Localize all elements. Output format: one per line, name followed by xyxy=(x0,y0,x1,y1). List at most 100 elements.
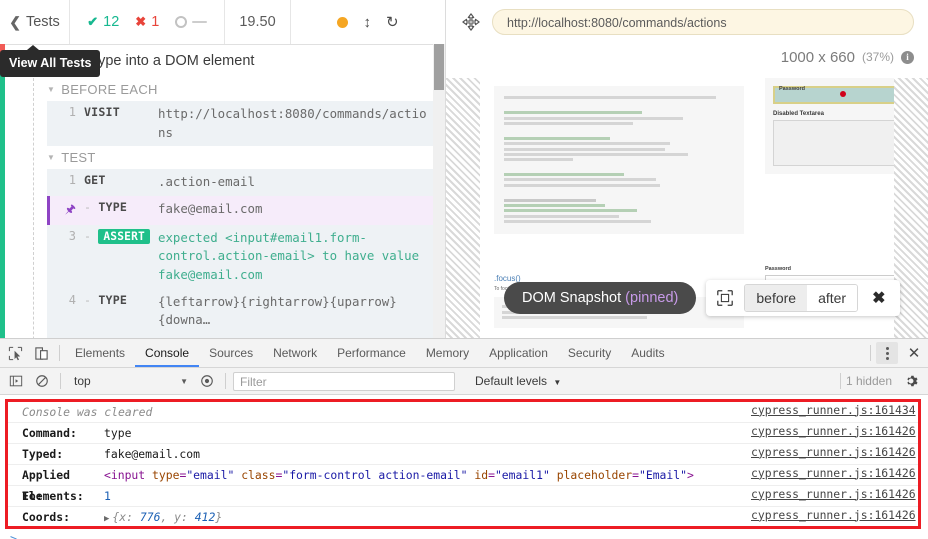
source-link[interactable]: cypress_runner.js:161426 xyxy=(751,487,916,501)
command-message: .action-email xyxy=(158,174,255,190)
coord-x: 776 xyxy=(139,510,161,524)
source-link[interactable]: cypress_runner.js:161434 xyxy=(751,403,916,417)
circle-icon xyxy=(175,16,188,28)
clear-console-icon[interactable] xyxy=(29,368,55,394)
tab-network[interactable]: Network xyxy=(263,339,327,367)
more-options-icon[interactable] xyxy=(876,342,898,364)
console-row-label: Elements: xyxy=(22,489,84,503)
command-row[interactable]: 4 - TYPE {leftarrow}{rightarrow}{uparrow… xyxy=(47,288,433,334)
close-devtools-icon[interactable]: ✕ xyxy=(902,344,926,362)
execution-context-value: top xyxy=(74,374,91,388)
expand-arrow-icon[interactable]: ▶ xyxy=(104,514,109,524)
console-output[interactable]: Console was cleared Command: type Typed:… xyxy=(0,396,928,539)
hook-label-text: BEFORE EACH xyxy=(61,82,158,97)
source-link[interactable]: cypress_runner.js:161426 xyxy=(751,508,916,522)
tab-sources[interactable]: Sources xyxy=(199,339,263,367)
hidden-messages-count[interactable]: 1 hidden xyxy=(846,374,900,388)
back-to-tests-button[interactable]: ❮ Tests xyxy=(0,0,70,44)
tab-audits[interactable]: Audits xyxy=(621,339,674,367)
selector-playground-icon[interactable] xyxy=(462,13,480,31)
source-link[interactable]: cypress_runner.js:161426 xyxy=(751,466,916,480)
inspect-element-icon[interactable] xyxy=(2,340,28,366)
close-snapshot-icon[interactable]: ✖ xyxy=(866,288,891,308)
devtools-panel: Elements Console Sources Network Perform… xyxy=(0,338,928,539)
restart-icon[interactable]: ↻ xyxy=(386,15,399,30)
devtools-tabbar: Elements Console Sources Network Perform… xyxy=(0,339,928,368)
source-link[interactable]: cypress_runner.js:161426 xyxy=(751,424,916,438)
hook-label-test[interactable]: ▼ TEST xyxy=(33,146,433,169)
toolbar-divider xyxy=(60,373,61,389)
password-label: Password xyxy=(779,86,805,92)
chevron-down-icon: ▼ xyxy=(553,378,562,387)
resize-vertical-icon[interactable]: ↕ xyxy=(363,15,371,30)
device-toolbar-icon[interactable] xyxy=(28,340,54,366)
command-name: - TYPE xyxy=(84,292,128,307)
command-name: - ASSERT xyxy=(84,228,158,244)
toolbar-divider xyxy=(225,373,226,389)
cross-icon: ✖ xyxy=(135,14,147,29)
command-number: 🖈 xyxy=(50,200,84,221)
source-link-row: cypress_runner.js:161426 xyxy=(733,483,921,504)
toolbar-divider xyxy=(839,373,841,389)
info-icon[interactable]: i xyxy=(901,50,914,64)
command-row[interactable]: 3 - ASSERT expected <input#email1.form-c… xyxy=(47,224,433,289)
command-name: VISIT xyxy=(84,105,120,119)
coord-y: 412 xyxy=(194,510,216,524)
passed-count: 12 xyxy=(103,14,120,30)
command-message: http://localhost:8080/commands/actions xyxy=(158,106,427,140)
console-sidebar-icon[interactable] xyxy=(3,368,29,394)
snapshot-after-button[interactable]: after xyxy=(807,285,858,311)
command-row[interactable]: 1 VISIT http://localhost:8080/commands/a… xyxy=(47,101,433,147)
command-number: 1 xyxy=(68,105,76,119)
pin-icon: 🖈 xyxy=(64,201,76,216)
source-link-row: cypress_runner.js:161426 xyxy=(733,462,921,483)
source-link[interactable]: cypress_runner.js:161426 xyxy=(751,445,916,459)
preview-code-column xyxy=(494,86,744,234)
scrollbar-thumb[interactable] xyxy=(434,44,444,90)
chevron-down-icon: ▼ xyxy=(47,84,56,94)
console-row-label: Typed: xyxy=(22,447,64,461)
viewport-scale: (37%) xyxy=(861,50,894,64)
hook-label-before-each[interactable]: ▼ BEFORE EACH xyxy=(33,78,433,101)
console-filter-input[interactable]: Filter xyxy=(233,371,455,391)
hook-label-text: TEST xyxy=(61,150,96,166)
dom-snapshot-state: (pinned) xyxy=(625,290,679,306)
console-prompt[interactable]: > xyxy=(10,532,17,539)
source-link-row: cypress_runner.js:161426 xyxy=(733,441,921,462)
stat-failed: ✖ 1 xyxy=(135,14,159,30)
chevron-left-icon: ❮ xyxy=(9,14,21,30)
command-log-scrollbar[interactable] xyxy=(433,44,445,338)
tab-performance[interactable]: Performance xyxy=(327,339,416,367)
tab-elements[interactable]: Elements xyxy=(65,339,135,367)
tab-console[interactable]: Console xyxy=(135,339,200,367)
password-field-label: Password xyxy=(765,266,791,272)
toolbar-divider xyxy=(870,345,871,361)
command-name: - TYPE xyxy=(84,199,128,214)
aut-url[interactable]: http://localhost:8080/commands/actions xyxy=(492,9,914,35)
command-log-scroll[interactable]: ✔ .type() - type into a DOM element ▼ BE… xyxy=(5,44,433,338)
log-levels-select[interactable]: Default levels ▼ xyxy=(475,374,561,388)
source-link-row: cypress_runner.js:161426 xyxy=(733,420,921,441)
failed-count: 1 xyxy=(151,14,160,30)
runner-header: ❮ Tests ✔ 12 ✖ 1 — 19.50 ↕ ↻ xyxy=(0,0,445,45)
live-expression-icon[interactable] xyxy=(194,368,220,394)
execution-context-select[interactable]: top ▼ xyxy=(66,374,194,388)
preview-password-block: Password xyxy=(779,86,894,95)
highlight-element-icon[interactable] xyxy=(714,287,736,309)
tab-security[interactable]: Security xyxy=(558,339,621,367)
snapshot-state-toggle[interactable]: before after xyxy=(744,284,859,312)
source-link-row: cypress_runner.js:161434 xyxy=(733,399,921,420)
tab-memory[interactable]: Memory xyxy=(416,339,479,367)
command-row[interactable]: 1 GET .action-email xyxy=(47,169,433,196)
console-row-label: Command: xyxy=(22,426,77,440)
hook-group-before-each: ▼ BEFORE EACH 1 VISIT http://localhost:8… xyxy=(33,78,433,338)
check-icon: ✔ xyxy=(87,14,99,29)
stat-pending: — xyxy=(175,14,207,30)
tab-application[interactable]: Application xyxy=(479,339,558,367)
chevron-down-icon: ▼ xyxy=(180,376,188,386)
gear-icon[interactable] xyxy=(900,370,922,392)
command-number: 3 xyxy=(68,228,76,243)
command-row-pinned[interactable]: 🖈 - TYPE fake@email.com xyxy=(47,195,433,225)
snapshot-before-button[interactable]: before xyxy=(745,285,808,311)
duration-value: 19.50 xyxy=(239,14,276,30)
